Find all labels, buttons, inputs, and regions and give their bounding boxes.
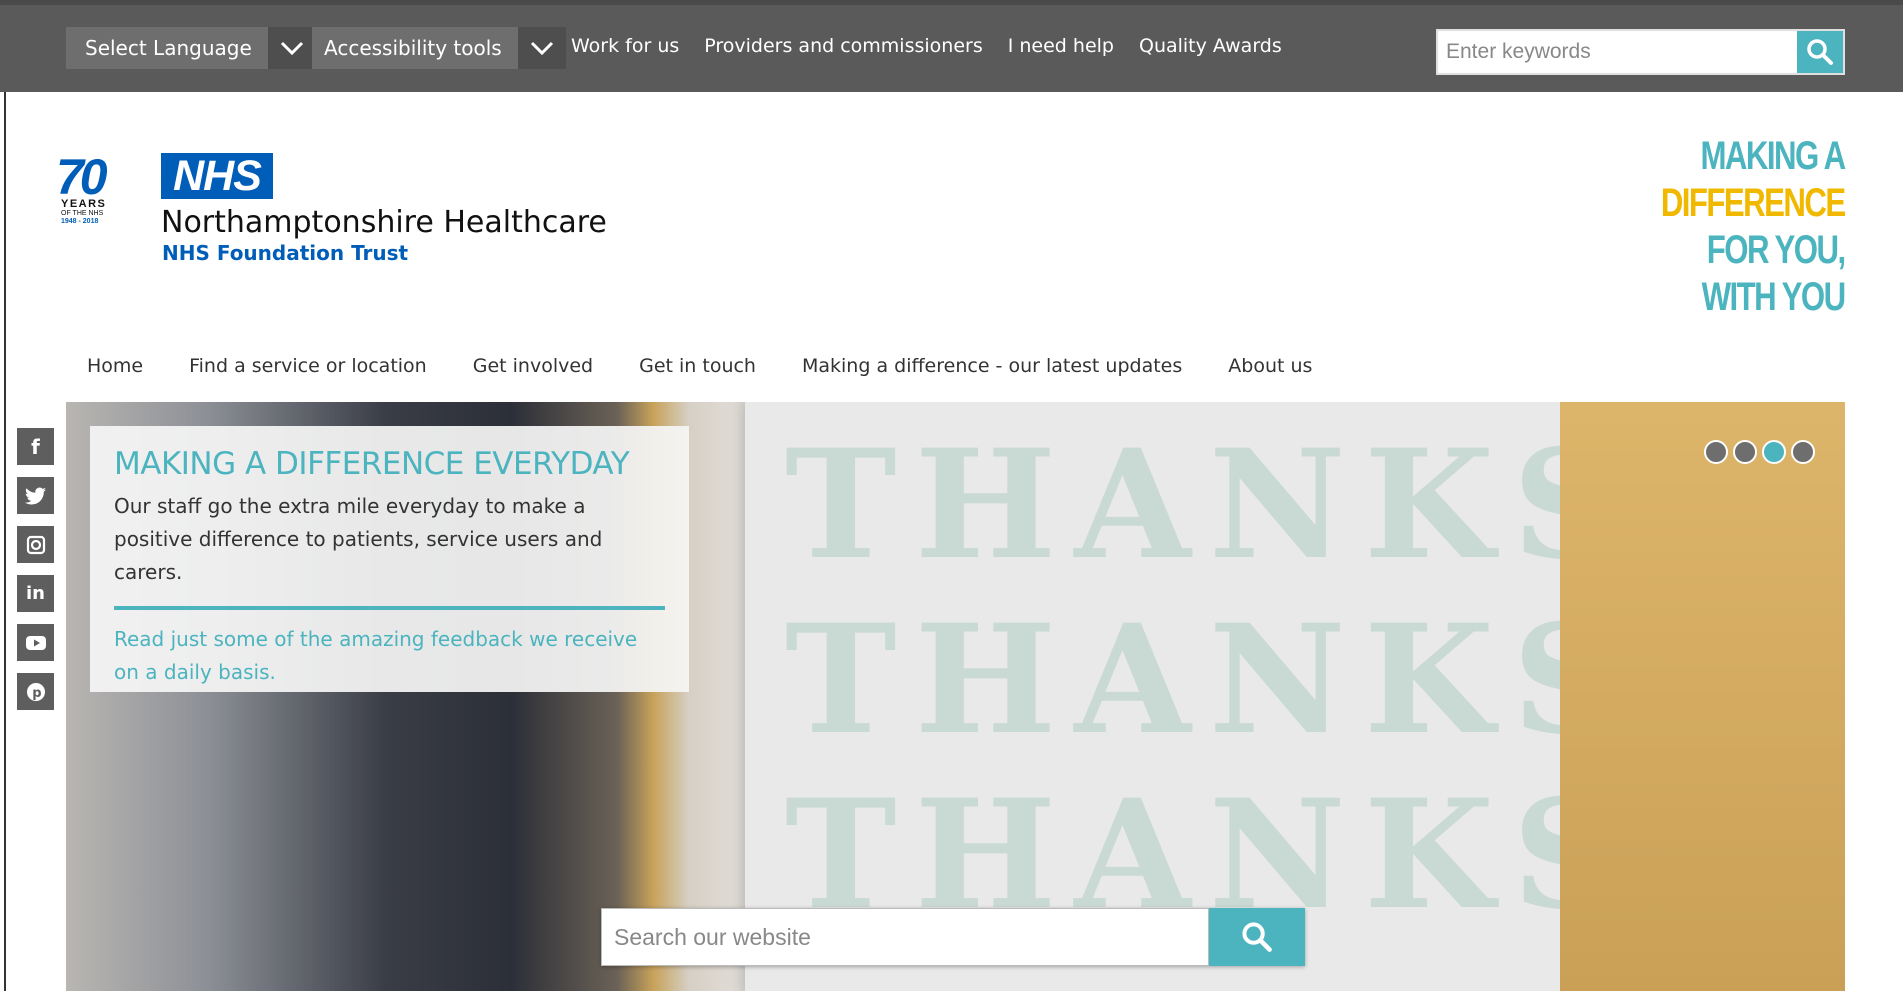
nav-making-difference[interactable]: Making a difference - our latest updates: [802, 355, 1182, 377]
slogan-line-2: DIFFERENCE: [1661, 181, 1846, 225]
nav-get-involved[interactable]: Get involved: [473, 355, 593, 377]
nav-get-in-touch[interactable]: Get in touch: [639, 355, 756, 377]
hero-carousel[interactable]: THANKS THANKS THANKS MAKING A DIFFERENCE…: [66, 402, 1845, 991]
carousel-dot-3[interactable]: [1762, 440, 1786, 464]
nhs-logo[interactable]: NHS: [161, 153, 273, 199]
card-thanks-word: THANKS: [785, 417, 1639, 593]
youtube-icon[interactable]: [17, 624, 54, 661]
twitter-icon[interactable]: [17, 477, 54, 514]
instagram-icon[interactable]: [17, 526, 54, 563]
top-nav: Work for us Providers and commissioners …: [571, 35, 1307, 57]
badge-line1: YEARS: [61, 198, 106, 210]
slogan: MAKING A DIFFERENCE FOR YOU, WITH YOU: [1661, 133, 1847, 321]
badge-line2: OF THE NHS: [61, 210, 104, 217]
hero-feedback-link[interactable]: Read just some of the amazing feedback w…: [114, 623, 665, 689]
site-search: [601, 908, 1305, 966]
main-nav: Home Find a service or location Get invo…: [87, 355, 1358, 377]
badge-line3: 1948 - 2018: [61, 218, 98, 225]
top-nav-quality-awards[interactable]: Quality Awards: [1139, 35, 1282, 57]
top-bar: Select Language Accessibility tools Work…: [0, 0, 1903, 92]
nav-about-us[interactable]: About us: [1228, 355, 1312, 377]
hero-info-box: MAKING A DIFFERENCE EVERYDAY Our staff g…: [90, 426, 689, 692]
language-selector[interactable]: Select Language: [66, 27, 316, 69]
keyword-search: [1436, 29, 1845, 75]
carousel-dot-1[interactable]: [1704, 440, 1728, 464]
svg-text:p: p: [32, 686, 41, 701]
keyword-search-input[interactable]: [1438, 31, 1797, 73]
slogan-line-3-text: FOR YOU,: [1707, 228, 1846, 272]
facebook-icon[interactable]: f: [17, 428, 54, 465]
card-thanks-word: THANKS: [785, 592, 1639, 768]
top-nav-need-help[interactable]: I need help: [1008, 35, 1114, 57]
social-links: f in p: [17, 428, 54, 710]
site-search-input[interactable]: [601, 908, 1209, 966]
thanks-card-image: THANKS THANKS THANKS: [745, 402, 1621, 991]
hero-text: Our staff go the extra mile everyday to …: [114, 494, 603, 584]
chevron-down-icon[interactable]: [517, 27, 566, 69]
divider: [114, 606, 665, 610]
accessibility-tools[interactable]: Accessibility tools: [312, 27, 566, 69]
nav-find-service[interactable]: Find a service or location: [189, 355, 427, 377]
slogan-line-3: FOR YOU,: [1661, 227, 1846, 274]
accessibility-tools-label: Accessibility tools: [324, 36, 502, 60]
carousel-dot-2[interactable]: [1733, 440, 1757, 464]
language-selector-label: Select Language: [85, 36, 252, 60]
slogan-line-1: MAKING A: [1700, 134, 1847, 178]
carousel-dot-4[interactable]: [1791, 440, 1815, 464]
slogan-line-4: WITH YOU: [1702, 275, 1847, 319]
hero-title: MAKING A DIFFERENCE EVERYDAY: [114, 446, 630, 482]
carousel-dots: [1704, 440, 1815, 464]
frame-border: [4, 92, 6, 991]
chevron-down-icon[interactable]: [267, 27, 316, 69]
org-subtitle: NHS Foundation Trust: [162, 241, 409, 265]
search-icon[interactable]: [1797, 31, 1843, 73]
top-nav-providers[interactable]: Providers and commissioners: [704, 35, 982, 57]
org-name[interactable]: Northamptonshire Healthcare: [161, 205, 607, 240]
pinterest-icon[interactable]: p: [17, 673, 54, 710]
top-nav-work-for-us[interactable]: Work for us: [571, 35, 679, 57]
search-icon[interactable]: [1209, 908, 1305, 966]
nav-home[interactable]: Home: [87, 355, 143, 377]
nhs-70-years-logo[interactable]: 70 YEARS OF THE NHS 1948 - 2018: [56, 149, 122, 226]
linkedin-icon[interactable]: in: [17, 575, 54, 612]
hero-wall: [1560, 402, 1845, 991]
